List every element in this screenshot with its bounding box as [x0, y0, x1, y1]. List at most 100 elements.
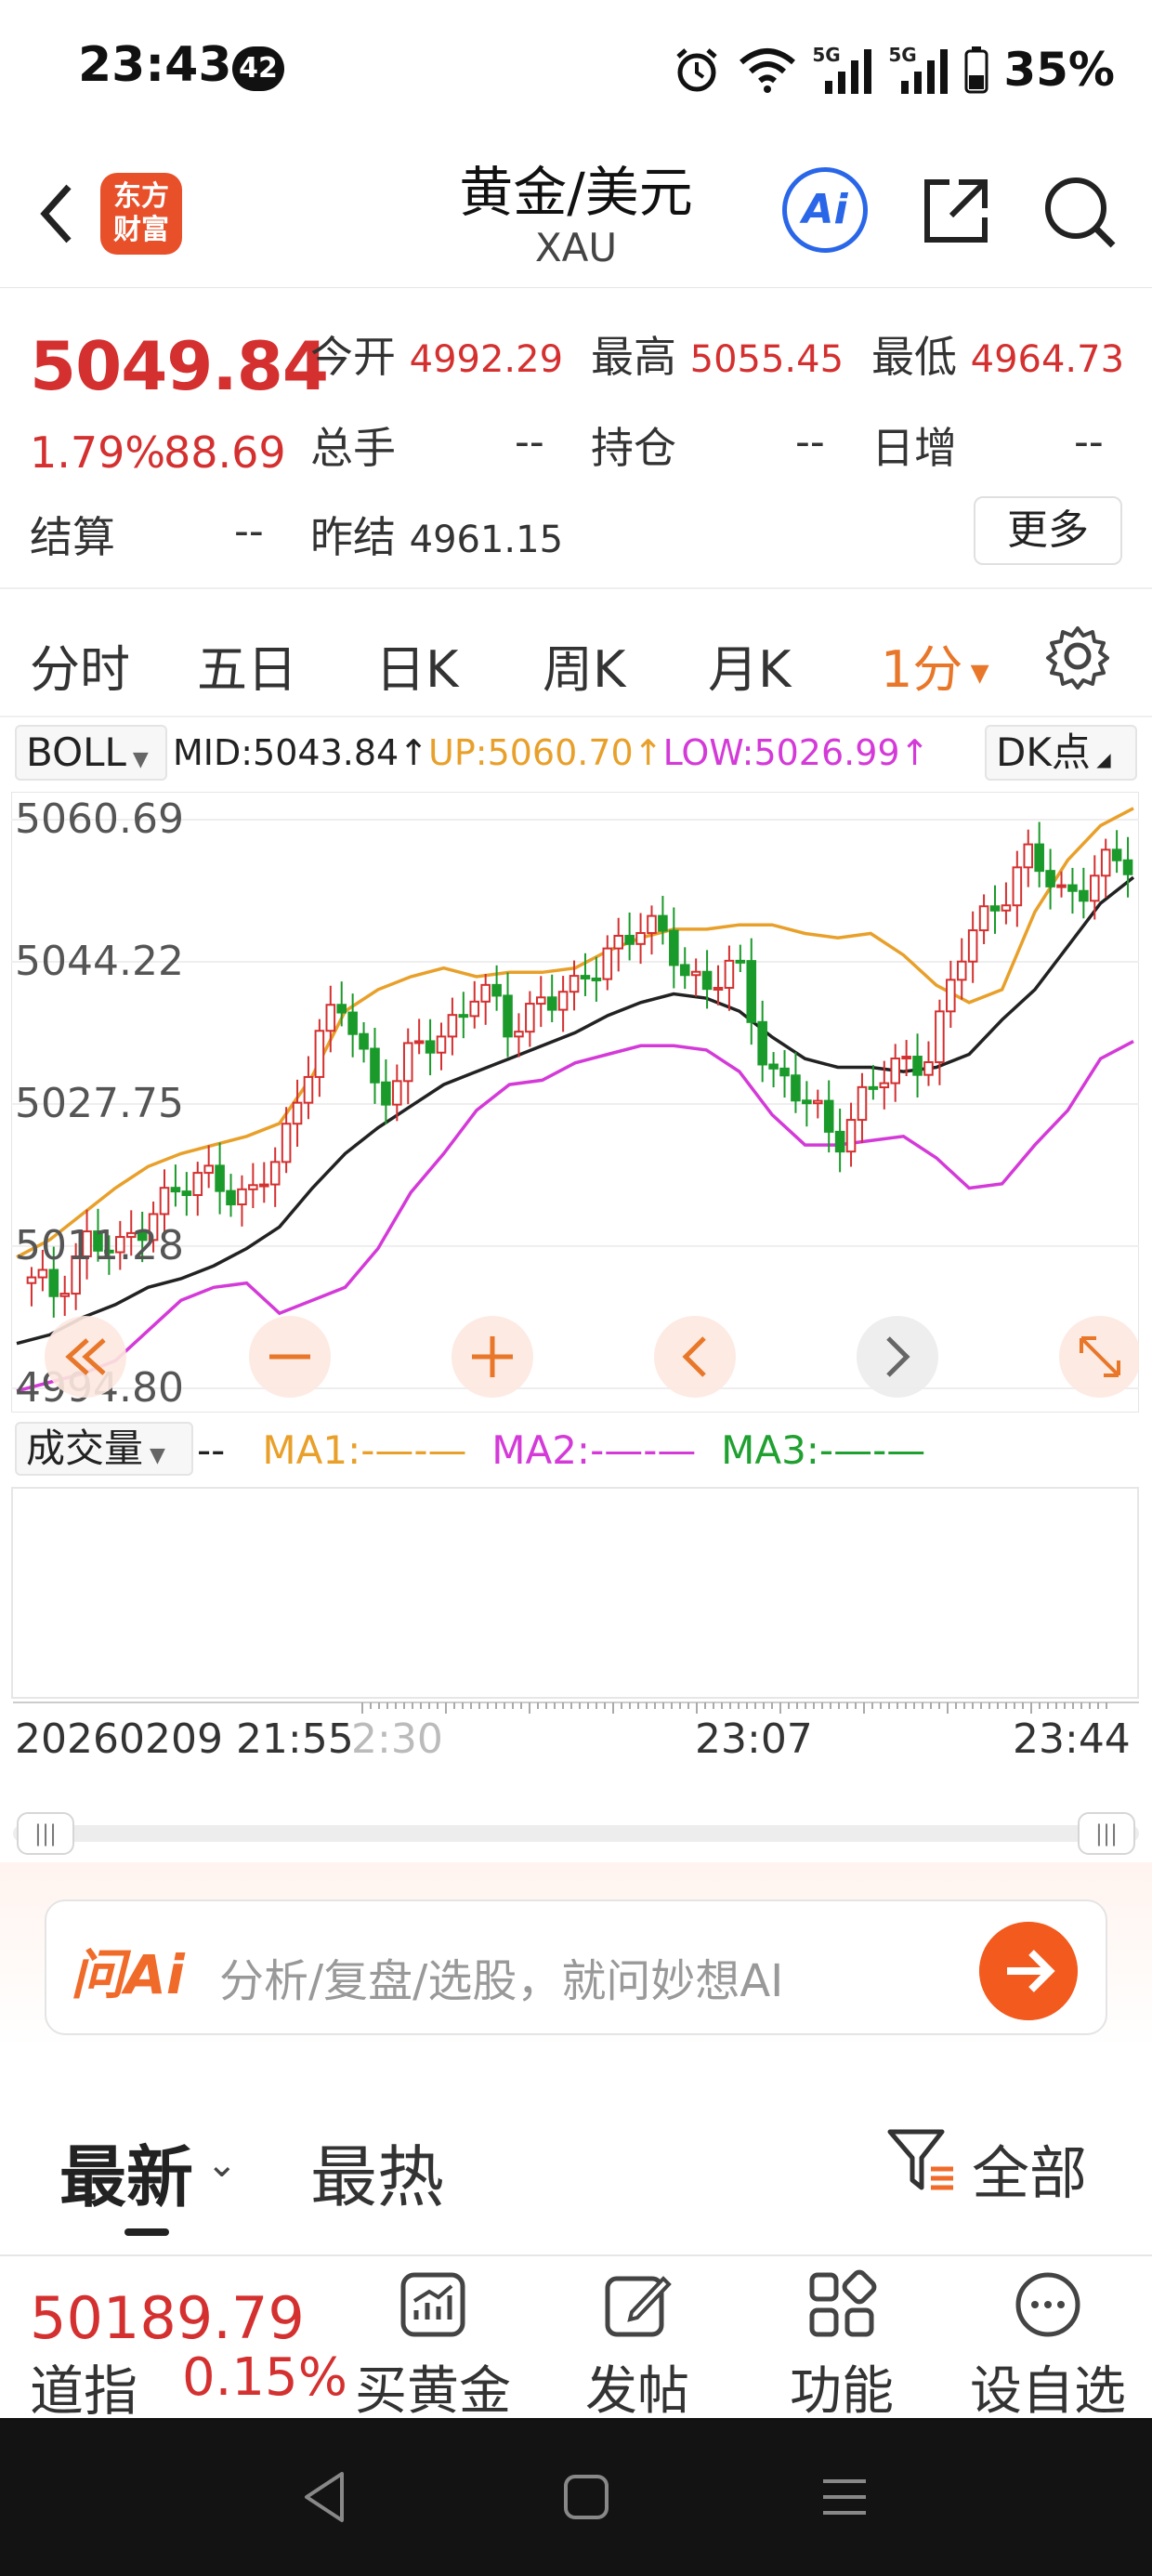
time-label-mid: 23:07 [695, 1715, 813, 1763]
filter-all[interactable]: 全部 [972, 2126, 1087, 2210]
time-label-end: 23:44 [1013, 1715, 1131, 1763]
tab-hot[interactable]: 最热 [310, 2123, 444, 2220]
low-label: 最低 [871, 332, 957, 382]
app-logo[interactable]: 东方财富 [100, 173, 182, 255]
ask-ai-brand: 问Ai [71, 1943, 185, 2006]
status-time: 23:43 [78, 37, 232, 93]
active-tab-underline [124, 2228, 169, 2236]
quote-panel: 5049.84 1.79% 88.69 今开 4992.29 最高 5055.4… [0, 290, 1152, 589]
tab-weekly-k[interactable]: 周K [543, 628, 625, 702]
high-value: 5055.45 [689, 338, 844, 381]
dropdown-arrow-icon: ▼ [143, 1444, 165, 1467]
y-tick-label: 5011.28 [15, 1222, 184, 1269]
oi-label: 持仓 [591, 423, 676, 473]
system-home-icon[interactable] [554, 2464, 619, 2530]
time-axis: 20260209 21:55 2:30 23:07 23:44 [0, 1701, 1152, 1766]
fullscreen-button[interactable] [1059, 1316, 1139, 1398]
system-back-icon[interactable] [294, 2464, 359, 2530]
boll-low: LOW:5026.99↑ [662, 732, 930, 773]
range-handle-right[interactable]: ||| [1078, 1812, 1135, 1855]
range-slider[interactable]: ||| ||| [13, 1812, 1139, 1855]
volume-value: -- [515, 418, 544, 466]
gear-icon[interactable] [1044, 623, 1111, 690]
battery-percent: 35% [1003, 43, 1115, 97]
indicator-select[interactable]: BOLL ▼ [15, 725, 167, 781]
ask-ai-input[interactable]: 问Ai 分析/复盘/选股，就问妙想AI [45, 1899, 1107, 2035]
open-value: 4992.29 [409, 338, 564, 381]
tab-latest[interactable]: 最新 [59, 2123, 193, 2220]
zoom-out-button[interactable] [249, 1316, 331, 1398]
indicator-values: MID:5043.84↑UP:5060.70↑LOW:5026.99↑ [173, 732, 929, 773]
tab-1min[interactable]: 1分 ▼ [881, 628, 989, 702]
bottom-bar: 50189.79 道指 0.15% 买黄金 发帖 功能 设自选 [0, 2254, 1152, 2423]
add-watchlist-button[interactable]: 设自选 [955, 2269, 1141, 2425]
range-track[interactable] [13, 1825, 1139, 1842]
volume-select[interactable]: 成交量 ▼ [15, 1422, 193, 1476]
y-tick-label: 5060.69 [15, 795, 184, 843]
arrow-right-icon[interactable] [979, 1922, 1078, 2020]
ask-ai-section: 问Ai 分析/复盘/选股，就问妙想AI [0, 1862, 1152, 2048]
dropdown-arrow-icon: ▼ [962, 659, 989, 688]
high-field: 最高 5055.45 [591, 323, 844, 385]
more-button[interactable]: 更多 [974, 496, 1122, 565]
tab-1min-label: 1分 [881, 640, 963, 699]
open-field: 今开 4992.29 [310, 323, 563, 385]
status-bar: 23:43 42 5G 5G 35% [0, 0, 1152, 139]
tab-five-day[interactable]: 五日 [197, 628, 297, 702]
ask-ai-placeholder: 分析/复盘/选股，就问妙想AI [219, 1955, 784, 2007]
daily-inc-label: 日增 [871, 423, 957, 473]
page-subtitle: XAU [534, 225, 618, 270]
last-price: 5049.84 [30, 327, 329, 405]
open-label: 今开 [310, 332, 396, 382]
oi-value: -- [795, 418, 825, 466]
scroll-far-left-button[interactable] [45, 1316, 126, 1398]
scroll-right-button[interactable] [857, 1316, 938, 1398]
prev-settle-label: 昨结 [310, 512, 396, 562]
dk-label: DK点 [996, 729, 1091, 775]
boll-mid: MID:5043.84↑ [173, 732, 429, 773]
tab-monthly-k[interactable]: 月K [708, 628, 791, 702]
tab-intraday[interactable]: 分时 [30, 628, 130, 702]
volume-ma-values: -- MA1:-—-— MA2:-—-— MA3:-—-— [197, 1427, 925, 1473]
post-button[interactable]: 发帖 [544, 2269, 730, 2425]
dropdown-arrow-icon: ▼ [125, 748, 149, 771]
zoom-in-button[interactable] [452, 1316, 533, 1398]
dk-select[interactable]: DK点 ◢ [985, 725, 1137, 781]
volume-panel[interactable] [11, 1487, 1139, 1699]
scroll-left-button[interactable] [654, 1316, 736, 1398]
system-menu-icon[interactable] [812, 2464, 877, 2530]
buy-gold-button[interactable]: 买黄金 [340, 2269, 526, 2425]
chevron-down-icon[interactable]: ⌄ [206, 2143, 238, 2186]
functions-button[interactable]: 功能 [749, 2269, 935, 2425]
tab-daily-k[interactable]: 日K [375, 628, 458, 702]
edit-icon [605, 2276, 672, 2337]
chart-icon [400, 2272, 465, 2337]
time-ruler [13, 1702, 1139, 1714]
search-icon[interactable] [1041, 173, 1119, 251]
change-value: 88.69 [164, 427, 286, 478]
functions-label: 功能 [790, 2361, 894, 2422]
index-change[interactable]: 0.15% [182, 2347, 347, 2408]
filter-icon[interactable] [884, 2123, 959, 2197]
back-icon[interactable] [26, 172, 91, 256]
news-tabs: 最新 ⌄ 最热 全部 [0, 2078, 1152, 2254]
index-value[interactable]: 50189.79 [30, 2284, 305, 2352]
post-label: 发帖 [585, 2361, 689, 2422]
y-tick-label: 5027.75 [15, 1080, 184, 1127]
alarm-icon [676, 48, 717, 92]
time-label-start: 20260209 21:55 [15, 1715, 354, 1763]
system-nav-bar [0, 2418, 1152, 2576]
signal-icon-2: 5G [888, 44, 949, 96]
add-watchlist-label: 设自选 [970, 2361, 1126, 2422]
index-name[interactable]: 道指 [30, 2347, 137, 2425]
range-handle-left[interactable]: ||| [17, 1812, 74, 1855]
ai-button[interactable]: Ai [782, 167, 868, 253]
grid-icon [809, 2269, 877, 2337]
signal-icon-1: 5G [812, 44, 873, 96]
buy-gold-label: 买黄金 [355, 2361, 511, 2422]
boll-up: UP:5060.70↑ [428, 732, 663, 773]
y-tick-label: 5044.22 [15, 938, 184, 985]
price-chart[interactable]: 5060.695044.225027.755011.284994.80 [11, 792, 1139, 1413]
battery-icon [964, 46, 988, 94]
share-icon[interactable] [918, 173, 994, 249]
